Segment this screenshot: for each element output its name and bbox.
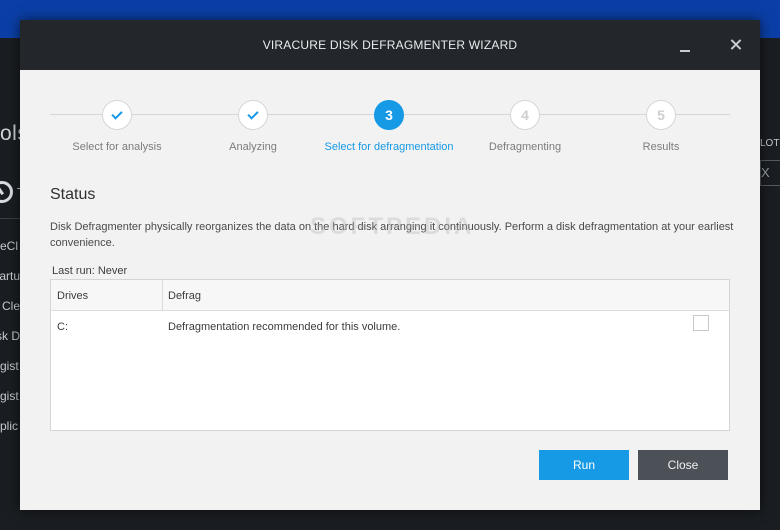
close-window-button[interactable] [723,32,749,58]
column-header-defrag[interactable]: Defrag [168,290,201,302]
bg-right-box[interactable]: X [760,160,780,186]
bg-divider [0,218,20,219]
watermark: SOFTPEDIA [310,213,475,240]
status-heading: Status [50,186,96,203]
step-number-circle: 5 [646,100,676,130]
bg-right-label: LOT [760,138,780,149]
close-button[interactable]: Close [638,450,728,480]
step-number-circle: 3 [374,100,404,130]
step-results: 5 Results [581,100,741,153]
defrag-cell: Defragmentation recommended for this vol… [168,321,401,333]
step-done-circle [102,100,132,130]
bg-sidebar-item[interactable]: gist [0,359,20,373]
drive-cell: C: [57,321,68,333]
minimize-button[interactable] [672,32,698,58]
column-header-drives[interactable]: Drives [57,290,88,302]
last-run-label: Last run: Never [52,265,128,277]
column-divider[interactable] [162,280,163,311]
bg-sidebar-item[interactable]: artu [0,269,20,283]
bg-close-icon: X [761,165,770,180]
dialog-title: VIRACURE DISK DEFRAGMENTER WIZARD [262,38,518,52]
checkmark-icon [111,107,123,120]
dialog-titlebar[interactable]: VIRACURE DISK DEFRAGMENTER WIZARD [20,20,760,70]
table-row[interactable]: C: Defragmentation recommended for this … [51,311,729,341]
bg-sidebar-item[interactable]: r Cle [0,299,20,313]
checkmark-icon [247,107,259,120]
step-done-circle [238,100,268,130]
step-label: Results [642,141,680,153]
bg-sidebar-item[interactable]: gist [0,389,20,403]
bg-sidebar-item[interactable]: plic [0,419,20,433]
table-header: Drives Defrag [51,280,729,311]
bg-sidebar-item[interactable]: eCl [0,239,20,253]
drive-checkbox[interactable] [693,315,709,331]
drives-table: Drives Defrag C: Defragmentation recomme… [50,279,730,431]
defrag-wizard-dialog: VIRACURE DISK DEFRAGMENTER WIZARD Select… [20,20,760,510]
minimize-icon [680,50,690,52]
wizard-stepper: Select for analysis Analyzing 3 Select f… [20,70,760,170]
run-button[interactable]: Run [539,450,629,480]
step-number-circle: 4 [510,100,540,130]
bg-sidebar-item[interactable]: sk D [0,329,20,343]
